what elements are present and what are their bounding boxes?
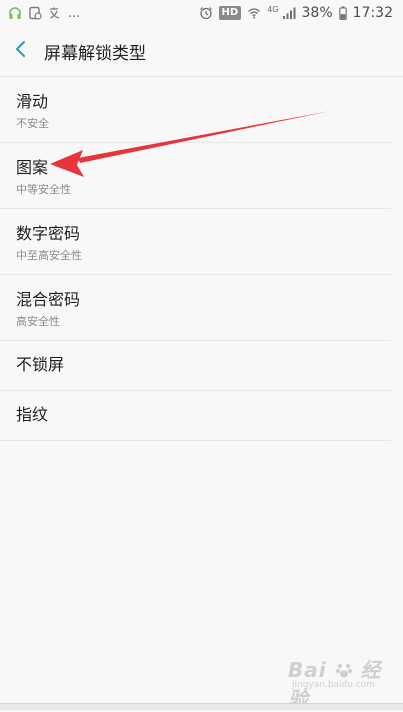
status-bar: ... HD 4G 38% 17:32 — [0, 0, 403, 26]
alarm-icon — [199, 5, 213, 21]
option-title: 图案 — [16, 158, 49, 177]
notification-more: ... — [68, 5, 81, 21]
hd-badge: HD — [218, 6, 242, 20]
option-fingerprint[interactable]: 指纹 — [0, 391, 391, 441]
option-title: 滑动 — [16, 92, 49, 111]
option-pattern[interactable]: 图案 中等安全性 — [0, 143, 391, 209]
option-security-level: 不安全 — [16, 117, 49, 130]
battery-icon — [338, 5, 347, 21]
page-title: 屏幕解锁类型 — [44, 43, 146, 64]
wifi-icon — [247, 5, 261, 21]
option-security-level: 中至高安全性 — [16, 249, 82, 262]
option-title: 不锁屏 — [16, 355, 65, 374]
status-right: HD 4G 38% 17:32 — [199, 5, 393, 21]
battery-percent: 38% — [301, 5, 333, 21]
option-pin[interactable]: 数字密码 中至高安全性 — [0, 209, 391, 275]
back-button[interactable] — [0, 26, 42, 76]
baidu-paw-icon — [327, 658, 361, 682]
option-none[interactable]: 不锁屏 — [0, 341, 391, 391]
unlock-type-list: 滑动 不安全 图案 中等安全性 数字密码 中至高安全性 混合密码 高安全性 不锁… — [0, 77, 403, 441]
watermark-url: jingyan.baidu.com — [292, 680, 376, 690]
option-title: 指纹 — [16, 405, 49, 424]
baidu-watermark: Bai 经验 jingyan.baidu.com — [288, 654, 388, 711]
option-security-level: 中等安全性 — [16, 183, 71, 196]
option-title: 混合密码 — [16, 290, 81, 309]
network-type-label: 4G — [267, 4, 279, 14]
app-bar: 屏幕解锁类型 — [0, 26, 403, 76]
option-security-level: 高安全性 — [16, 315, 60, 328]
status-left: ... — [8, 5, 80, 21]
option-title: 数字密码 — [16, 224, 81, 243]
headset-icon — [8, 5, 22, 21]
watermark-text-baidu: Bai — [288, 658, 327, 682]
translate-icon — [48, 5, 62, 21]
screenshot-icon — [28, 5, 42, 21]
signal-icon — [282, 5, 296, 21]
option-swipe[interactable]: 滑动 不安全 — [0, 77, 391, 143]
status-clock: 17:32 — [352, 5, 393, 21]
chevron-left-icon — [14, 39, 28, 63]
option-password[interactable]: 混合密码 高安全性 — [0, 275, 391, 341]
